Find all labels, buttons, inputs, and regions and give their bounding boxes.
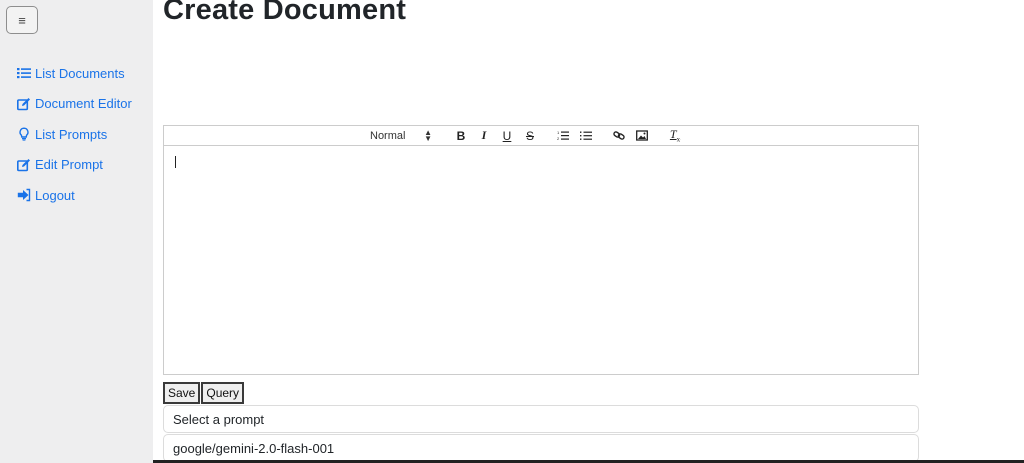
- bullet-list-icon: [580, 131, 592, 140]
- bold-button[interactable]: B: [452, 127, 470, 145]
- underline-button[interactable]: U: [498, 127, 516, 145]
- page-title: Create Document: [163, 0, 407, 26]
- edit-icon: [17, 158, 30, 172]
- sidebar: ≡ List Documents Document Editor List Pr…: [0, 0, 153, 463]
- action-buttons: Save Query: [163, 382, 245, 404]
- query-button[interactable]: Query: [201, 382, 245, 404]
- sidebar-item-label: Logout: [35, 187, 75, 203]
- heading-select-value: Normal: [370, 129, 406, 142]
- image-icon: [636, 130, 648, 141]
- link-icon: [613, 131, 625, 140]
- select-arrows-icon: ▲ ▼: [424, 127, 432, 143]
- underline-icon: U: [502, 128, 512, 143]
- edit-icon: [17, 97, 30, 111]
- svg-text:1: 1: [557, 130, 560, 135]
- sidebar-item-label: Edit Prompt: [35, 157, 103, 173]
- logout-icon: [17, 189, 31, 202]
- bold-icon: B: [456, 128, 466, 143]
- sidebar-nav: List Documents Document Editor List Prom…: [17, 58, 132, 211]
- bullet-list-button[interactable]: [577, 127, 595, 145]
- prompt-select[interactable]: Select a prompt: [163, 405, 919, 433]
- ordered-list-button[interactable]: 12: [554, 127, 572, 145]
- rich-text-editor: Normal ▲ ▼ B I U S 12 Tx: [163, 125, 919, 375]
- save-button[interactable]: Save: [163, 382, 201, 404]
- sidebar-item-label: Document Editor: [35, 96, 132, 112]
- clear-format-button[interactable]: Tx: [666, 127, 684, 145]
- sidebar-item-list-prompts[interactable]: List Prompts: [17, 119, 132, 150]
- svg-text:2: 2: [557, 136, 560, 141]
- strike-button[interactable]: S: [521, 127, 539, 145]
- italic-button[interactable]: I: [475, 127, 493, 145]
- editor-content[interactable]: [164, 146, 918, 375]
- list-icon: [17, 68, 31, 79]
- model-select[interactable]: google/gemini-2.0-flash-001: [163, 434, 919, 462]
- editor-toolbar: Normal ▲ ▼ B I U S 12 Tx: [164, 126, 918, 146]
- image-button[interactable]: [633, 127, 651, 145]
- prompt-select-value: Select a prompt: [173, 411, 265, 427]
- sidebar-item-label: List Prompts: [35, 126, 108, 142]
- sidebar-item-edit-prompt[interactable]: Edit Prompt: [17, 150, 132, 181]
- model-select-value: google/gemini-2.0-flash-001: [173, 440, 335, 456]
- italic-icon: I: [481, 128, 487, 142]
- heading-select[interactable]: Normal ▲ ▼: [368, 127, 434, 145]
- strike-icon: S: [525, 128, 534, 143]
- sidebar-item-label: List Documents: [35, 65, 125, 81]
- link-button[interactable]: [610, 127, 628, 145]
- text-caret: [175, 156, 176, 168]
- ordered-list-icon: 12: [557, 130, 569, 141]
- clear-format-icon: Tx: [669, 127, 681, 144]
- hamburger-icon: ≡: [18, 12, 26, 28]
- sidebar-item-list-documents[interactable]: List Documents: [17, 58, 132, 89]
- menu-toggle-button[interactable]: ≡: [6, 6, 38, 34]
- lightbulb-icon: [19, 127, 29, 141]
- sidebar-item-document-editor[interactable]: Document Editor: [17, 89, 132, 120]
- sidebar-item-logout[interactable]: Logout: [17, 180, 132, 211]
